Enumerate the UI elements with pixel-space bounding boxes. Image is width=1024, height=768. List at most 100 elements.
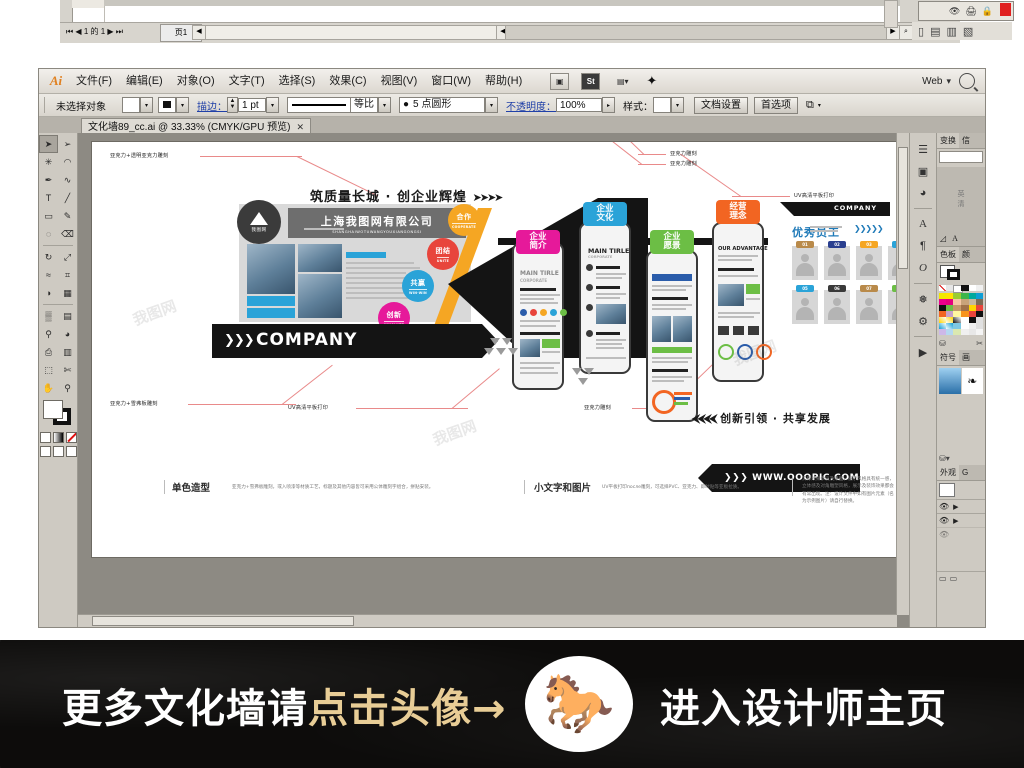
hand-tool[interactable]: ✋ bbox=[39, 379, 58, 397]
preferences-button[interactable]: 首选项 bbox=[754, 96, 798, 114]
stroke-dropdown-icon[interactable]: ▾ bbox=[176, 97, 189, 113]
pen-tool[interactable]: ✒ bbox=[39, 171, 58, 189]
menu-edit[interactable]: 编辑(E) bbox=[119, 69, 170, 93]
artboard[interactable]: 亚克力+透明亚克力雕刻 亚克力雕刻 亚克力雕刻 UV高清平板打印 亚克力+雪弗板… bbox=[92, 142, 902, 557]
swatch-options-icon[interactable]: ✂ bbox=[976, 339, 983, 348]
perspective-grid-tool[interactable]: ▦ bbox=[58, 284, 77, 302]
selection-tool[interactable]: ➤ bbox=[39, 135, 58, 153]
menu-view[interactable]: 视图(V) bbox=[374, 69, 425, 93]
lasso-tool[interactable]: ◠ bbox=[58, 153, 77, 171]
stock-icon[interactable]: St bbox=[581, 72, 601, 90]
artboards-panel-icon[interactable]: ▣ bbox=[912, 161, 934, 181]
fill-dropdown-icon[interactable]: ▾ bbox=[140, 97, 153, 113]
stroke-profile-preview[interactable] bbox=[287, 97, 351, 113]
shape-builder-tool[interactable]: ◑ bbox=[39, 284, 58, 302]
expand-dock-icon[interactable]: ▶ bbox=[912, 342, 934, 362]
stroke-color-swatch[interactable] bbox=[158, 97, 176, 113]
eyedropper-tool[interactable]: ⚲ bbox=[39, 325, 58, 343]
menu-object[interactable]: 对象(O) bbox=[170, 69, 222, 93]
print-icon[interactable]: 🖨 bbox=[965, 6, 976, 17]
magic-wand-tool[interactable]: ✳ bbox=[39, 153, 58, 171]
stroke-profile-dropdown-icon[interactable]: ▾ bbox=[378, 97, 391, 113]
bg-hscroll-left-button[interactable]: ◀ bbox=[192, 25, 206, 40]
paragraph-panel-icon[interactable]: ¶ bbox=[912, 236, 934, 256]
workspace-switcher-icon[interactable]: ✦ bbox=[643, 73, 660, 89]
eye-icon[interactable]: 👁 bbox=[949, 6, 960, 17]
rectangle-tool[interactable]: ▭ bbox=[39, 207, 58, 225]
graphic-style-swatch[interactable] bbox=[653, 97, 671, 113]
slice-tool[interactable]: ✄ bbox=[58, 361, 77, 379]
search-icon[interactable] bbox=[959, 73, 975, 89]
opacity-input[interactable]: 100% bbox=[556, 98, 602, 112]
expand-icon[interactable]: ▶ bbox=[953, 517, 958, 525]
workspace-chevron-icon[interactable]: ▾ bbox=[946, 76, 951, 87]
type-tool[interactable]: T bbox=[39, 189, 58, 207]
tab-appearance-letter[interactable]: A bbox=[949, 231, 961, 246]
width-tool[interactable]: ≈ bbox=[39, 266, 58, 284]
fill-indicator[interactable] bbox=[43, 400, 63, 419]
new-fill-icon[interactable]: ▭ bbox=[939, 574, 947, 583]
style-dropdown-icon[interactable]: ▾ bbox=[671, 97, 684, 113]
tab-color-groups[interactable]: 颜 bbox=[959, 247, 973, 262]
eye-icon[interactable]: 👁 bbox=[939, 516, 949, 525]
new-stroke-icon[interactable]: ▭ bbox=[950, 574, 958, 583]
document-setup-button[interactable]: 文档设置 bbox=[694, 96, 748, 114]
symbol-libraries-icon[interactable]: ⛁▾ bbox=[937, 452, 985, 465]
tab-transform[interactable]: 变换 bbox=[937, 133, 959, 148]
image-trace-panel-icon[interactable]: ❅ bbox=[912, 289, 934, 309]
none-mode-button[interactable] bbox=[65, 432, 77, 443]
tab-swatches[interactable]: 色板 bbox=[937, 247, 959, 262]
shaper-tool[interactable]: ◌ bbox=[39, 225, 58, 243]
line-segment-tool[interactable]: ╱ bbox=[58, 189, 77, 207]
free-transform-tool[interactable]: ⌗ bbox=[58, 266, 77, 284]
tab-graphic-styles[interactable]: G bbox=[959, 465, 971, 480]
zoom-tool[interactable]: ⚲ bbox=[58, 379, 77, 397]
gradient-tool[interactable]: ▤ bbox=[58, 307, 77, 325]
artboard-tool[interactable]: ⬚ bbox=[39, 361, 58, 379]
layers-panel-icon[interactable]: ☰ bbox=[912, 139, 934, 159]
appearance-target-swatch[interactable] bbox=[937, 481, 985, 499]
menu-effect[interactable]: 效果(C) bbox=[322, 69, 373, 93]
normal-screen-mode-button[interactable] bbox=[39, 446, 51, 457]
character-panel-icon[interactable]: A bbox=[912, 214, 934, 234]
rotate-tool[interactable]: ↻ bbox=[39, 248, 58, 266]
swatch-libraries-icon[interactable]: ⛁ bbox=[939, 339, 946, 348]
glyphs-panel-icon[interactable]: O bbox=[912, 258, 934, 278]
stroke-weight-input[interactable]: 1 pt bbox=[238, 98, 266, 112]
transform-field[interactable] bbox=[939, 151, 983, 163]
paintbrush-tool[interactable]: ✎ bbox=[58, 207, 77, 225]
eye-icon[interactable]: 👁 bbox=[939, 502, 949, 511]
menu-select[interactable]: 选择(S) bbox=[272, 69, 323, 93]
tab-brushes[interactable]: 画 bbox=[959, 350, 973, 365]
stroke-weight-stepper[interactable]: ▲ ▼ bbox=[227, 97, 238, 113]
align-dropdown-icon[interactable]: ▾ bbox=[814, 98, 825, 112]
opacity-label[interactable]: 不透明度： bbox=[506, 98, 556, 113]
expand-icon[interactable]: ▶ bbox=[953, 503, 958, 511]
duplicate-layer-icon[interactable]: ▤ bbox=[930, 25, 940, 38]
symbol-sprayer-tool[interactable]: ⎙ bbox=[39, 343, 58, 361]
canvas-horizontal-scrollbar[interactable] bbox=[78, 614, 897, 627]
menu-help[interactable]: 帮助(H) bbox=[478, 69, 529, 93]
menu-type[interactable]: 文字(T) bbox=[222, 69, 272, 93]
column-graph-tool[interactable]: ▥ bbox=[58, 343, 77, 361]
eraser-tool[interactable]: ⌫ bbox=[58, 225, 77, 243]
transparency-panel-icon[interactable]: ◕ bbox=[912, 183, 934, 203]
scale-tool[interactable]: ⤢ bbox=[58, 248, 77, 266]
tab-symbols[interactable]: 符号 bbox=[937, 350, 959, 365]
swatches-fill-stroke[interactable] bbox=[937, 263, 985, 283]
actions-panel-icon[interactable]: ⚙ bbox=[912, 311, 934, 331]
direct-selection-tool[interactable]: ➢ bbox=[58, 135, 77, 153]
lock-icon[interactable]: 🔒 bbox=[982, 6, 993, 17]
canvas-area[interactable]: 亚克力+透明亚克力雕刻 亚克力雕刻 亚克力雕刻 UV高清平板打印 亚克力+雪弗板… bbox=[78, 133, 909, 627]
tab-info[interactable]: 信 bbox=[959, 133, 973, 148]
bridge-icon[interactable]: ▣ bbox=[550, 72, 570, 90]
menu-window[interactable]: 窗口(W) bbox=[424, 69, 478, 93]
symbols-grid[interactable]: ❧ bbox=[937, 366, 985, 396]
eye-icon-off[interactable]: 👁 bbox=[939, 530, 949, 539]
curvature-tool[interactable]: ∿ bbox=[58, 171, 77, 189]
fullscreen-menubar-mode-button[interactable] bbox=[52, 446, 64, 457]
bg-page-navigator[interactable]: ⏮ ◀ 1 的 1 ▶ ⏭ bbox=[66, 25, 123, 39]
gradient-mode-button[interactable] bbox=[52, 432, 64, 443]
bg-vscrollbar[interactable] bbox=[884, 0, 898, 28]
bg-hscrollbar-thumb[interactable] bbox=[505, 25, 887, 40]
